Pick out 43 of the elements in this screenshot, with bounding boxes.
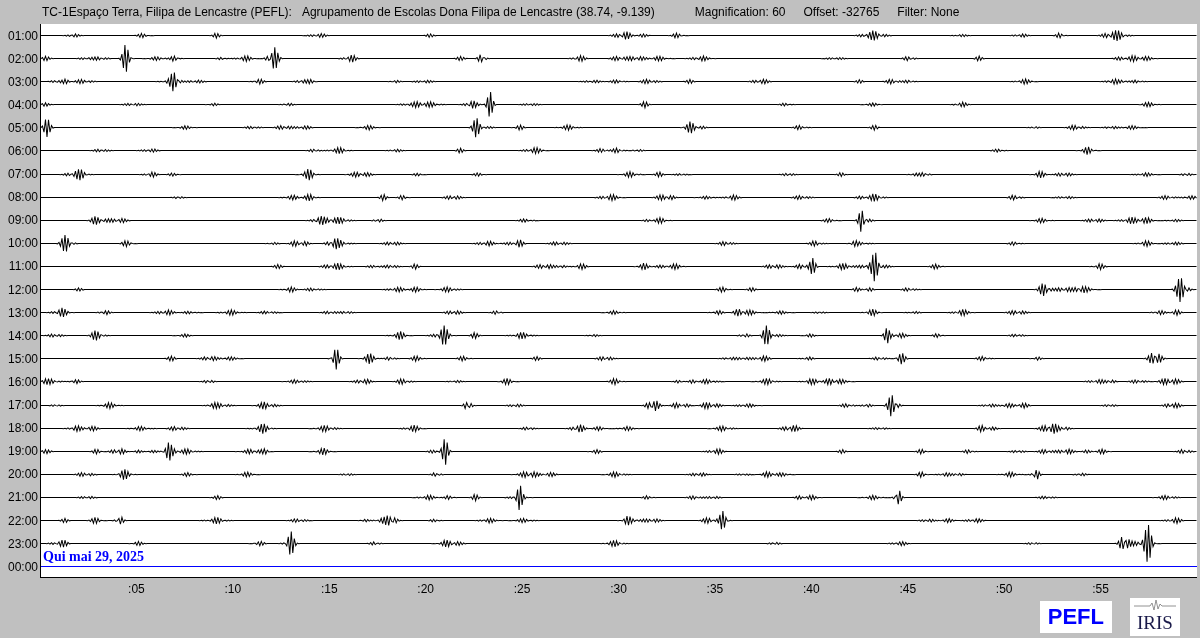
- minute-tick-label: :55: [1092, 582, 1109, 597]
- hour-label: 05:00: [7, 120, 38, 135]
- hour-label: 19:00: [7, 444, 38, 459]
- hour-label: 21:00: [7, 490, 38, 505]
- hour-label: 09:00: [7, 213, 38, 228]
- hour-label: 10:00: [7, 236, 38, 251]
- hour-label: 17:00: [7, 398, 38, 413]
- minute-tick-label: :50: [995, 582, 1013, 597]
- minute-tick-label: :40: [803, 582, 820, 597]
- hour-label: 02:00: [7, 51, 38, 66]
- offset-label: Offset: -32765: [803, 5, 880, 19]
- hour-label: 07:00: [7, 167, 38, 182]
- hour-label: 01:00: [7, 28, 38, 43]
- hour-label: 22:00: [7, 513, 38, 528]
- minute-tick-label: :10: [224, 582, 242, 597]
- station-name: TC-1Espaço Terra, Filipa de Lencastre (PEFL):: [42, 5, 292, 19]
- hour-label: 08:00: [7, 190, 38, 205]
- minute-tick-label: :45: [899, 582, 917, 597]
- hour-label: 13:00: [7, 305, 38, 320]
- hour-label: 15:00: [7, 351, 38, 366]
- hour-label: 04:00: [7, 97, 38, 112]
- minute-tick-label: :25: [513, 582, 531, 597]
- hour-label: 23:00: [7, 536, 38, 551]
- pefl-logo: PEFL: [1039, 601, 1112, 634]
- hour-label: 18:00: [7, 421, 38, 436]
- date-label: Qui mai 29, 2025: [43, 550, 145, 564]
- magnification-label: Magnification: 60: [694, 5, 786, 19]
- minute-tick-label: :30: [610, 582, 627, 597]
- hour-label: 12:00: [7, 282, 38, 297]
- hour-label: 11:00: [8, 259, 38, 274]
- minute-tick-label: :20: [417, 582, 434, 597]
- station-location: Agrupamento de Escolas Dona Filipa de Lencastre (38.74, -9.139): [301, 5, 655, 19]
- hour-label: 06:00: [7, 144, 38, 158]
- hour-label: 14:00: [7, 328, 38, 343]
- hour-label: 20:00: [7, 467, 38, 482]
- hour-label: 16:00: [7, 374, 38, 389]
- hour-label: 00:00: [7, 559, 38, 574]
- iris-logo: IRIS: [1130, 598, 1180, 637]
- filter-label: Filter: None: [897, 5, 960, 19]
- hour-label: 03:00: [7, 74, 38, 89]
- minute-tick-label: :15: [320, 582, 338, 597]
- minute-tick-label: :35: [706, 582, 724, 597]
- minute-tick-label: :05: [128, 582, 145, 597]
